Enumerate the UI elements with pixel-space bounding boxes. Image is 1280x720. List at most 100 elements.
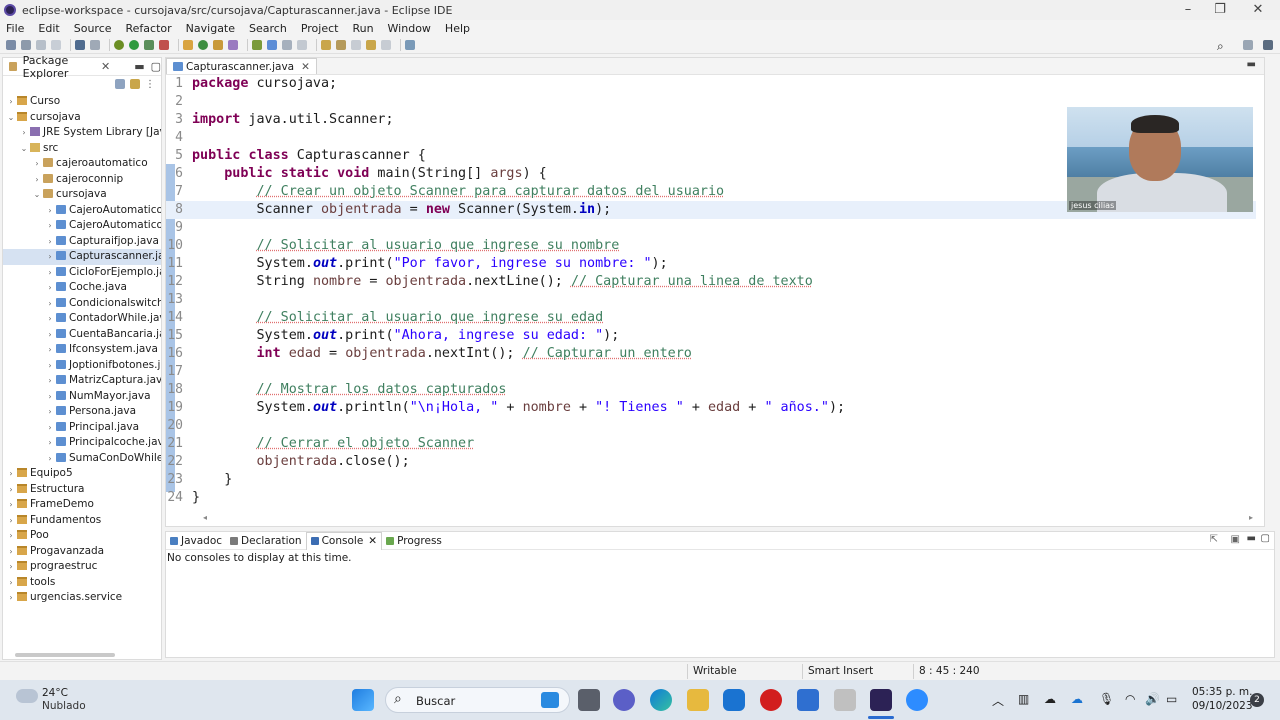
collapse-all-icon[interactable]: [115, 79, 125, 89]
save-all-icon[interactable]: [36, 40, 46, 50]
tree-item[interactable]: › Condicionalswitch.jav: [3, 296, 161, 312]
minimize-view-icon[interactable]: ▬: [1247, 533, 1256, 544]
weather-condition[interactable]: Nublado: [42, 700, 86, 712]
tab-declaration[interactable]: Declaration: [226, 532, 306, 550]
tree-item[interactable]: › JRE System Library [JavaSE-: [3, 125, 161, 141]
tree-item[interactable]: › Principalcoche.java: [3, 435, 161, 451]
menu-navigate[interactable]: Navigate: [186, 22, 235, 35]
annotation-icon[interactable]: [252, 40, 262, 50]
collapsed-chevron-icon[interactable]: ›: [46, 218, 54, 234]
search-toolbar-icon[interactable]: [228, 40, 238, 50]
volume-icon[interactable]: 🔊: [1145, 692, 1160, 706]
close-icon[interactable]: ✕: [101, 60, 110, 73]
external-tools-icon[interactable]: [159, 40, 169, 50]
collapsed-chevron-icon[interactable]: ›: [7, 544, 15, 560]
chevron-up-icon[interactable]: ︿: [992, 692, 1004, 709]
tree-item[interactable]: › FrameDemo: [3, 497, 161, 513]
minimize-view-icon[interactable]: ▬: [1247, 59, 1256, 70]
tree-item[interactable]: ⌄ cursojava: [3, 187, 161, 203]
code-line[interactable]: 11 System.out.print("Por favor, ingrese …: [166, 255, 1256, 273]
collapsed-chevron-icon[interactable]: ›: [46, 265, 54, 281]
tree-item[interactable]: › CajeroAutomatico.jav: [3, 203, 161, 219]
editor-horizontal-scrollbar[interactable]: ◂ ▸: [203, 513, 1253, 522]
code-line[interactable]: 15 System.out.print("Ahora, ingrese su e…: [166, 327, 1256, 345]
expanded-chevron-icon[interactable]: ⌄: [33, 187, 41, 203]
code-line[interactable]: 23 }: [166, 471, 1256, 489]
task-view-icon[interactable]: [578, 689, 600, 711]
tree-item[interactable]: › Principal.java: [3, 420, 161, 436]
pin-console-icon[interactable]: ⇱: [1210, 534, 1218, 545]
collapsed-chevron-icon[interactable]: ›: [46, 435, 54, 451]
close-icon[interactable]: ✕: [301, 61, 310, 73]
weather-temperature[interactable]: 24°C: [42, 687, 68, 699]
clock-time[interactable]: 05:35 p. m.: [1192, 686, 1253, 698]
show-whitespace-icon[interactable]: [297, 40, 307, 50]
code-line[interactable]: 10 // Solicitar al usuario que ingrese s…: [166, 237, 1256, 255]
tab-javadoc[interactable]: Javadoc: [166, 532, 226, 550]
collapsed-chevron-icon[interactable]: ›: [7, 590, 15, 606]
tab-progress[interactable]: Progress: [382, 532, 446, 550]
onedrive-icon[interactable]: ☁: [1044, 692, 1056, 706]
collapsed-chevron-icon[interactable]: ›: [46, 234, 54, 250]
display-console-icon[interactable]: ▣: [1231, 534, 1240, 545]
tree-item[interactable]: › Estructura: [3, 482, 161, 498]
tree-item[interactable]: › CicloForEjemplo.java: [3, 265, 161, 281]
java-perspective-icon[interactable]: [1263, 40, 1273, 50]
collapsed-chevron-icon[interactable]: ›: [20, 125, 28, 141]
code-line[interactable]: 12 String nombre = objentrada.nextLine()…: [166, 273, 1256, 291]
tree-item[interactable]: › Fundamentos: [3, 513, 161, 529]
toggle-mark-icon[interactable]: [267, 40, 277, 50]
editor-tab-capturascanner[interactable]: Capturascanner.java ✕: [166, 58, 317, 74]
tree-item[interactable]: › Capturaifjop.java: [3, 234, 161, 250]
minimize-button[interactable]: –: [1170, 0, 1206, 20]
wifi-icon[interactable]: ◠: [1125, 692, 1135, 706]
onedrive-business-icon[interactable]: ☁: [1071, 692, 1083, 706]
collapsed-chevron-icon[interactable]: ›: [33, 156, 41, 172]
collapsed-chevron-icon[interactable]: ›: [7, 497, 15, 513]
block-selection-icon[interactable]: [282, 40, 292, 50]
expanded-chevron-icon[interactable]: ⌄: [20, 141, 28, 157]
tree-item[interactable]: › Poo: [3, 528, 161, 544]
opera-icon[interactable]: [760, 689, 782, 711]
collapsed-chevron-icon[interactable]: ›: [7, 513, 15, 529]
tree-item[interactable]: ⌄ cursojava: [3, 110, 161, 126]
code-line[interactable]: 16 int edad = objentrada.nextInt(); // C…: [166, 345, 1256, 363]
link-editor-icon[interactable]: [130, 79, 140, 89]
save-icon[interactable]: [21, 40, 31, 50]
collapsed-chevron-icon[interactable]: ›: [46, 342, 54, 358]
tree-item[interactable]: › cajeroautomatico: [3, 156, 161, 172]
print-icon[interactable]: [51, 40, 61, 50]
tree-item[interactable]: › prograestruc: [3, 559, 161, 575]
collapsed-chevron-icon[interactable]: ›: [7, 559, 15, 575]
tree-item[interactable]: › Curso: [3, 94, 161, 110]
maximize-view-icon[interactable]: ▢: [1261, 533, 1270, 544]
code-line[interactable]: 17: [166, 363, 1256, 381]
menu-edit[interactable]: Edit: [38, 22, 59, 35]
pin-editor-icon[interactable]: [405, 40, 415, 50]
menu-run[interactable]: Run: [352, 22, 373, 35]
close-icon[interactable]: ✕: [368, 535, 377, 547]
word-icon[interactable]: [797, 689, 819, 711]
collapsed-chevron-icon[interactable]: ›: [46, 404, 54, 420]
notification-badge[interactable]: 2: [1250, 693, 1264, 707]
tree-item[interactable]: › Capturascanner.java: [3, 249, 161, 265]
collapsed-chevron-icon[interactable]: ›: [46, 389, 54, 405]
notepad-icon[interactable]: [834, 689, 856, 711]
edge-icon[interactable]: [650, 689, 672, 711]
eclipse-taskbar-icon[interactable]: [870, 689, 892, 711]
maximize-view-icon[interactable]: ▢: [151, 60, 161, 73]
back-icon[interactable]: [366, 40, 376, 50]
collapsed-chevron-icon[interactable]: ›: [46, 358, 54, 374]
tree-item[interactable]: › SumaConDoWhile.jav: [3, 451, 161, 467]
code-line[interactable]: 18 // Mostrar los datos capturados: [166, 381, 1256, 399]
start-icon[interactable]: [352, 689, 374, 711]
code-line[interactable]: 14 // Solicitar al usuario que ingrese s…: [166, 309, 1256, 327]
tree-item[interactable]: › tools: [3, 575, 161, 591]
close-button[interactable]: ✕: [1240, 0, 1276, 20]
collapsed-chevron-icon[interactable]: ›: [46, 311, 54, 327]
battery-icon[interactable]: ▭: [1166, 692, 1177, 706]
microphone-icon[interactable]: 🎙: [1099, 692, 1114, 706]
code-line[interactable]: 1 package cursojava;: [166, 75, 1256, 93]
tree-item[interactable]: › Persona.java: [3, 404, 161, 420]
coverage-icon[interactable]: [144, 40, 154, 50]
